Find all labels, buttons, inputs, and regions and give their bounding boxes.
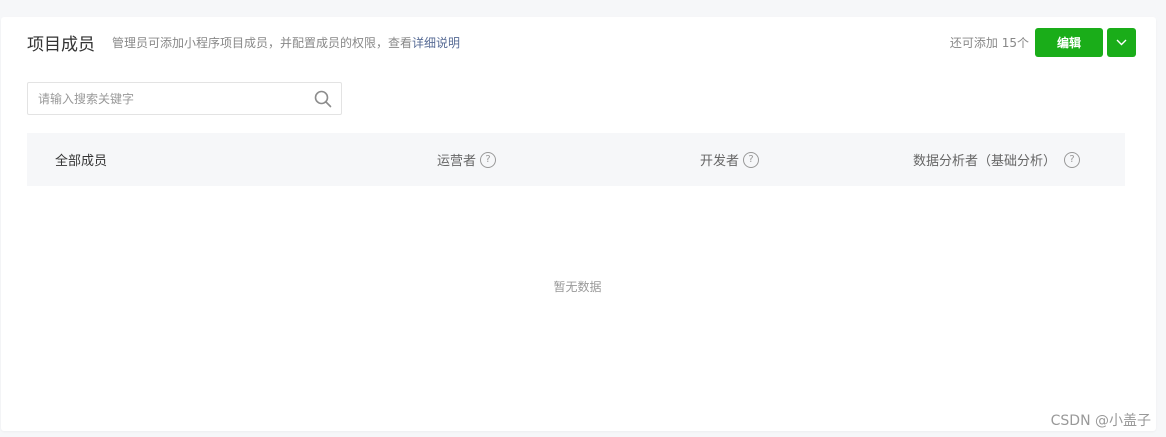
column-label: 开发者	[700, 154, 740, 169]
column-developers: 开发者 ?	[700, 133, 760, 186]
more-actions-dropdown-button[interactable]	[1107, 28, 1136, 57]
members-table-header: 全部成员 运营者 ? 开发者 ? 数据分析者（基础分析） ?	[27, 133, 1125, 186]
members-card	[1, 17, 1156, 431]
page-description: 管理员可添加小程序项目成员，并配置成员的权限，查看	[112, 35, 413, 50]
column-label: 运营者	[437, 154, 477, 169]
column-data-analysts: 数据分析者（基础分析） ?	[913, 133, 1081, 186]
section-header: 项目成员 管理员可添加小程序项目成员，并配置成员的权限，查看 详细说明	[27, 28, 460, 56]
edit-button[interactable]: 编辑	[1035, 28, 1103, 57]
column-operators: 运营者 ?	[437, 133, 497, 186]
search-input[interactable]	[28, 83, 308, 114]
remaining-quota: 还可添加 15个	[949, 36, 1029, 50]
page-title: 项目成员	[27, 34, 95, 55]
empty-state-text: 暂无数据	[553, 280, 602, 294]
column-all-members[interactable]: 全部成员	[55, 133, 107, 186]
search-icon[interactable]	[314, 90, 332, 108]
column-label: 全部成员	[55, 154, 108, 169]
help-icon[interactable]: ?	[743, 151, 760, 168]
header-actions: 还可添加 15个 编辑	[950, 28, 1136, 57]
details-link[interactable]: 详细说明	[412, 34, 460, 51]
watermark: CSDN @小盖子	[1050, 413, 1151, 429]
help-icon[interactable]: ?	[1064, 151, 1081, 168]
column-label: 数据分析者（基础分析）	[913, 154, 1057, 169]
member-search	[27, 82, 342, 115]
chevron-down-icon	[1116, 39, 1127, 46]
help-icon[interactable]: ?	[480, 151, 497, 168]
